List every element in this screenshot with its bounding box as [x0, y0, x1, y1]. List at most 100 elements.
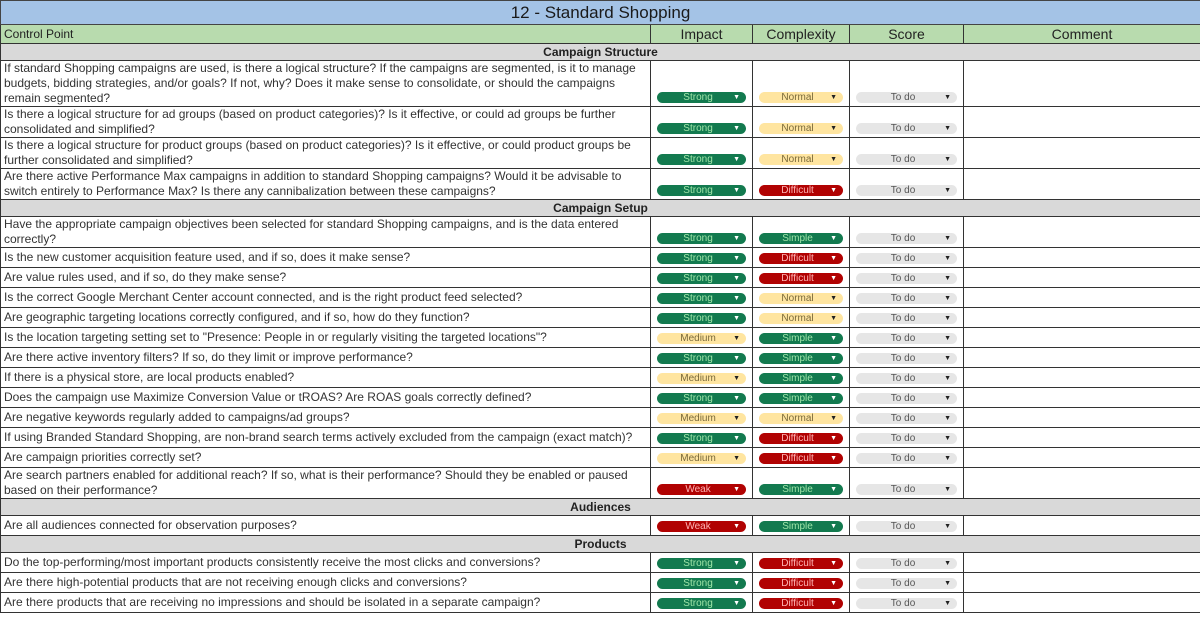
comment-cell[interactable]: [962, 216, 1200, 248]
score-dropdown[interactable]: To do ▼: [856, 578, 957, 589]
comment-cell[interactable]: [962, 137, 1200, 169]
impact-dropdown[interactable]: Medium ▼: [657, 333, 746, 344]
impact-dropdown[interactable]: Strong ▼: [657, 185, 746, 196]
score-dropdown[interactable]: To do ▼: [856, 373, 957, 384]
complexity-dropdown[interactable]: Difficult ▼: [759, 185, 843, 196]
control-point-cell[interactable]: If standard Shopping campaigns are used,…: [0, 60, 651, 107]
control-point-cell[interactable]: Are search partners enabled for addition…: [0, 467, 651, 499]
complexity-dropdown[interactable]: Difficult ▼: [759, 253, 843, 264]
control-point-cell[interactable]: Is there a logical structure for product…: [0, 137, 651, 169]
control-point-cell[interactable]: Is the correct Google Merchant Center ac…: [0, 287, 651, 308]
score-dropdown[interactable]: To do ▼: [856, 433, 957, 444]
complexity-dropdown[interactable]: Simple ▼: [759, 333, 843, 344]
score-dropdown[interactable]: To do ▼: [856, 393, 957, 404]
complexity-dropdown[interactable]: Normal ▼: [759, 123, 843, 134]
comment-cell[interactable]: [962, 327, 1200, 348]
score-dropdown[interactable]: To do ▼: [856, 233, 957, 244]
impact-dropdown[interactable]: Medium ▼: [657, 373, 746, 384]
complexity-dropdown[interactable]: Simple ▼: [759, 521, 843, 532]
impact-dropdown[interactable]: Weak ▼: [657, 521, 746, 532]
comment-cell[interactable]: [962, 168, 1200, 200]
impact-dropdown[interactable]: Strong ▼: [657, 154, 746, 165]
impact-dropdown[interactable]: Weak ▼: [657, 484, 746, 495]
comment-cell[interactable]: [962, 387, 1200, 408]
score-dropdown[interactable]: To do ▼: [856, 521, 957, 532]
complexity-dropdown[interactable]: Difficult ▼: [759, 433, 843, 444]
impact-dropdown[interactable]: Medium ▼: [657, 413, 746, 424]
comment-cell[interactable]: [962, 106, 1200, 138]
comment-cell[interactable]: [962, 427, 1200, 448]
control-point-cell[interactable]: Is the location targeting setting set to…: [0, 327, 651, 348]
score-dropdown[interactable]: To do ▼: [856, 333, 957, 344]
complexity-dropdown[interactable]: Difficult ▼: [759, 578, 843, 589]
impact-dropdown[interactable]: Strong ▼: [657, 578, 746, 589]
control-point-cell[interactable]: Are campaign priorities correctly set?: [0, 447, 651, 468]
score-dropdown[interactable]: To do ▼: [856, 273, 957, 284]
comment-cell[interactable]: [962, 572, 1200, 593]
impact-dropdown[interactable]: Strong ▼: [657, 293, 746, 304]
control-point-cell[interactable]: Are value rules used, and if so, do they…: [0, 267, 651, 288]
complexity-dropdown[interactable]: Difficult ▼: [759, 453, 843, 464]
comment-cell[interactable]: [962, 287, 1200, 308]
control-point-cell[interactable]: If using Branded Standard Shopping, are …: [0, 427, 651, 448]
comment-cell[interactable]: [962, 347, 1200, 368]
complexity-dropdown[interactable]: Normal ▼: [759, 313, 843, 324]
impact-dropdown[interactable]: Strong ▼: [657, 353, 746, 364]
comment-cell[interactable]: [962, 467, 1200, 499]
comment-cell[interactable]: [962, 407, 1200, 428]
control-point-cell[interactable]: Are there active inventory filters? If s…: [0, 347, 651, 368]
impact-dropdown[interactable]: Strong ▼: [657, 233, 746, 244]
score-dropdown[interactable]: To do ▼: [856, 313, 957, 324]
complexity-dropdown[interactable]: Normal ▼: [759, 92, 843, 103]
complexity-dropdown[interactable]: Normal ▼: [759, 154, 843, 165]
comment-cell[interactable]: [962, 247, 1200, 268]
score-dropdown[interactable]: To do ▼: [856, 154, 957, 165]
comment-cell[interactable]: [962, 447, 1200, 468]
complexity-dropdown[interactable]: Simple ▼: [759, 233, 843, 244]
control-point-cell[interactable]: Are all audiences connected for observat…: [0, 515, 651, 536]
complexity-dropdown[interactable]: Simple ▼: [759, 353, 843, 364]
score-dropdown[interactable]: To do ▼: [856, 558, 957, 569]
score-dropdown[interactable]: To do ▼: [856, 293, 957, 304]
score-dropdown[interactable]: To do ▼: [856, 413, 957, 424]
comment-cell[interactable]: [962, 592, 1200, 613]
impact-dropdown[interactable]: Strong ▼: [657, 558, 746, 569]
control-point-cell[interactable]: If there is a physical store, are local …: [0, 367, 651, 388]
control-point-cell[interactable]: Are negative keywords regularly added to…: [0, 407, 651, 428]
control-point-cell[interactable]: Are there active Performance Max campaig…: [0, 168, 651, 200]
complexity-dropdown[interactable]: Simple ▼: [759, 373, 843, 384]
impact-dropdown[interactable]: Strong ▼: [657, 92, 746, 103]
impact-dropdown[interactable]: Strong ▼: [657, 393, 746, 404]
score-dropdown[interactable]: To do ▼: [856, 253, 957, 264]
control-point-cell[interactable]: Are geographic targeting locations corre…: [0, 307, 651, 328]
comment-cell[interactable]: [962, 307, 1200, 328]
impact-dropdown[interactable]: Strong ▼: [657, 598, 746, 609]
impact-dropdown[interactable]: Strong ▼: [657, 273, 746, 284]
control-point-cell[interactable]: Is the new customer acquisition feature …: [0, 247, 651, 268]
complexity-dropdown[interactable]: Normal ▼: [759, 293, 843, 304]
complexity-dropdown[interactable]: Difficult ▼: [759, 273, 843, 284]
comment-cell[interactable]: [962, 267, 1200, 288]
comment-cell[interactable]: [962, 515, 1200, 536]
control-point-cell[interactable]: Are there high-potential products that a…: [0, 572, 651, 593]
score-dropdown[interactable]: To do ▼: [856, 92, 957, 103]
complexity-dropdown[interactable]: Difficult ▼: [759, 558, 843, 569]
control-point-cell[interactable]: Have the appropriate campaign objectives…: [0, 216, 651, 248]
control-point-cell[interactable]: Does the campaign use Maximize Conversio…: [0, 387, 651, 408]
impact-dropdown[interactable]: Strong ▼: [657, 253, 746, 264]
impact-dropdown[interactable]: Strong ▼: [657, 313, 746, 324]
score-dropdown[interactable]: To do ▼: [856, 598, 957, 609]
impact-dropdown[interactable]: Strong ▼: [657, 433, 746, 444]
score-dropdown[interactable]: To do ▼: [856, 353, 957, 364]
control-point-cell[interactable]: Do the top-performing/most important pro…: [0, 552, 651, 573]
complexity-dropdown[interactable]: Simple ▼: [759, 484, 843, 495]
comment-cell[interactable]: [962, 60, 1200, 107]
control-point-cell[interactable]: Are there products that are receiving no…: [0, 592, 651, 613]
control-point-cell[interactable]: Is there a logical structure for ad grou…: [0, 106, 651, 138]
score-dropdown[interactable]: To do ▼: [856, 484, 957, 495]
complexity-dropdown[interactable]: Simple ▼: [759, 393, 843, 404]
score-dropdown[interactable]: To do ▼: [856, 123, 957, 134]
score-dropdown[interactable]: To do ▼: [856, 185, 957, 196]
comment-cell[interactable]: [962, 367, 1200, 388]
complexity-dropdown[interactable]: Difficult ▼: [759, 598, 843, 609]
